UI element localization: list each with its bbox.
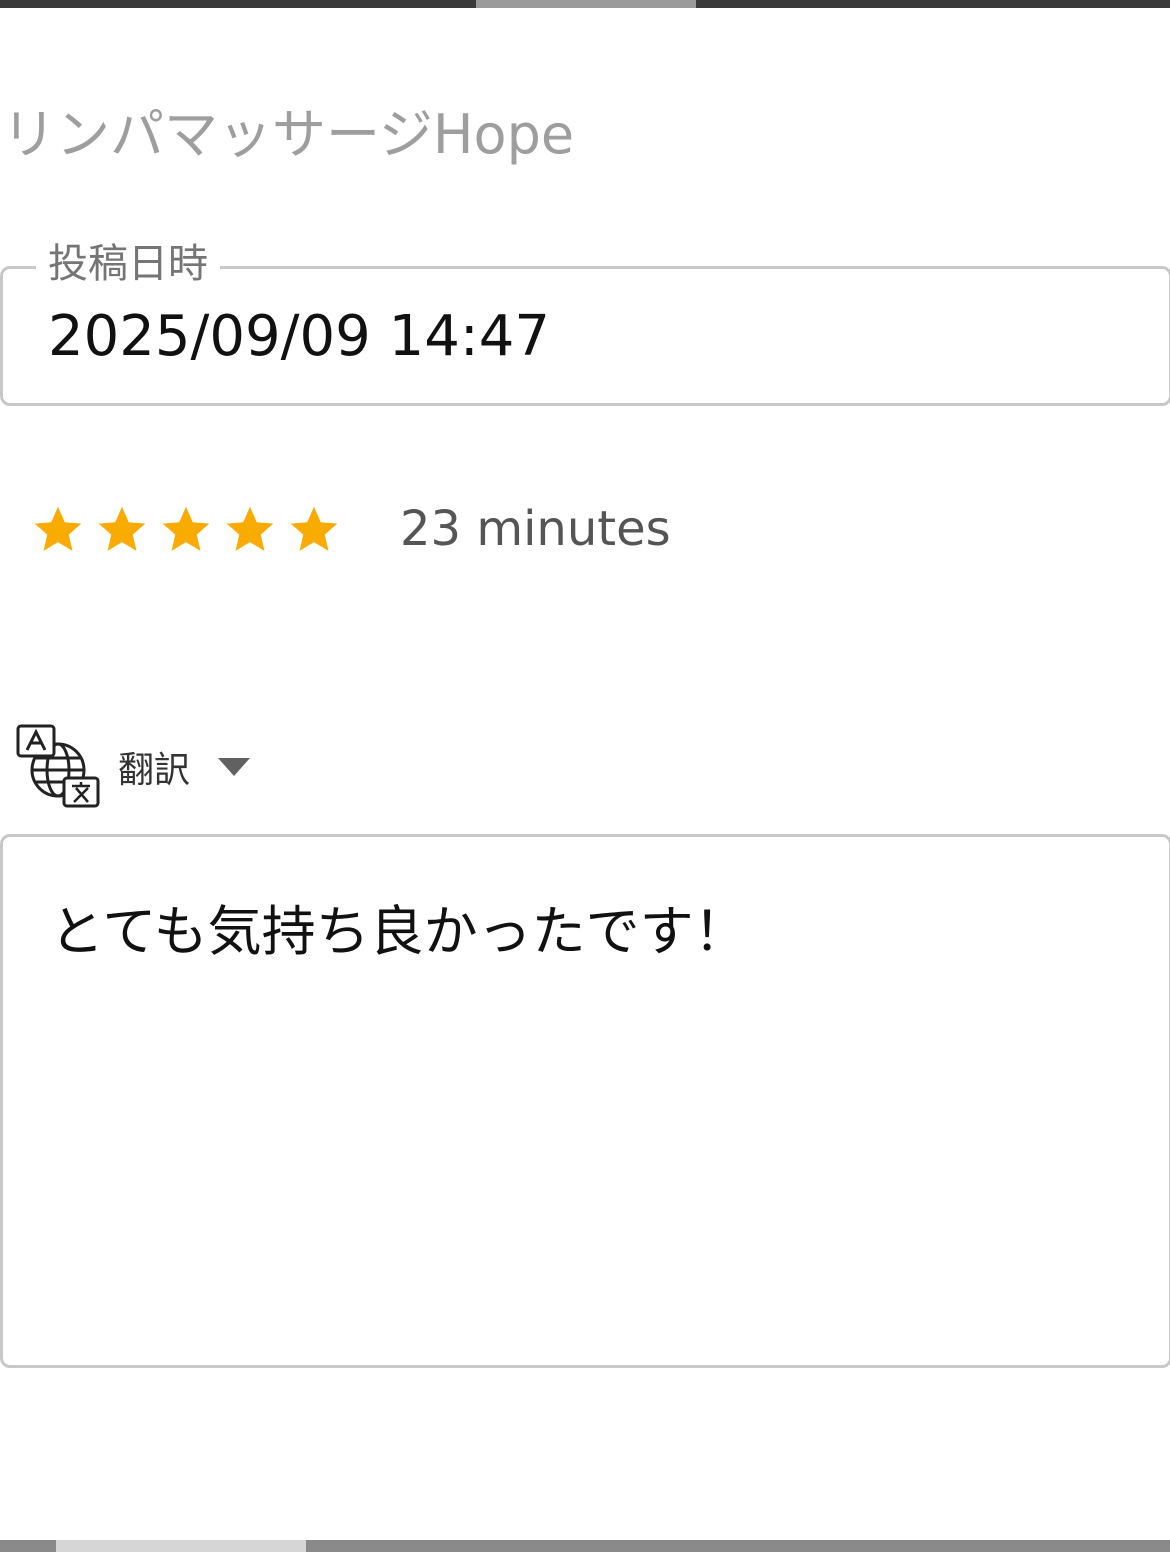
bottom-tab-fragment bbox=[56, 1540, 306, 1552]
translate-label: 翻訳 bbox=[118, 750, 191, 791]
translate-icon[interactable] bbox=[14, 722, 104, 812]
star-icon bbox=[222, 501, 278, 557]
star-icon bbox=[30, 501, 86, 557]
post-date-label: 投稿日時 bbox=[36, 238, 220, 290]
bottom-window-edge bbox=[0, 1540, 1170, 1552]
post-date-value: 2025/09/09 14:47 bbox=[48, 304, 550, 369]
visit-duration: 23 minutes bbox=[400, 501, 671, 557]
star-rating bbox=[30, 494, 350, 564]
star-icon bbox=[94, 501, 150, 557]
shop-name: リンパマッサージHope bbox=[2, 103, 575, 166]
dropdown-arrow-icon[interactable] bbox=[216, 755, 252, 779]
review-detail-page: リンパマッサージHope 投稿日時 2025/09/09 14:47 23 mi… bbox=[0, 0, 1170, 1552]
top-tab-fragment bbox=[476, 0, 696, 8]
star-icon bbox=[286, 501, 342, 557]
review-comment-text: とても気持ち良かったです！ bbox=[50, 900, 748, 963]
translate-dropdown[interactable]: 翻訳 bbox=[14, 722, 252, 812]
top-window-edge bbox=[0, 0, 1170, 8]
star-icon bbox=[158, 501, 214, 557]
